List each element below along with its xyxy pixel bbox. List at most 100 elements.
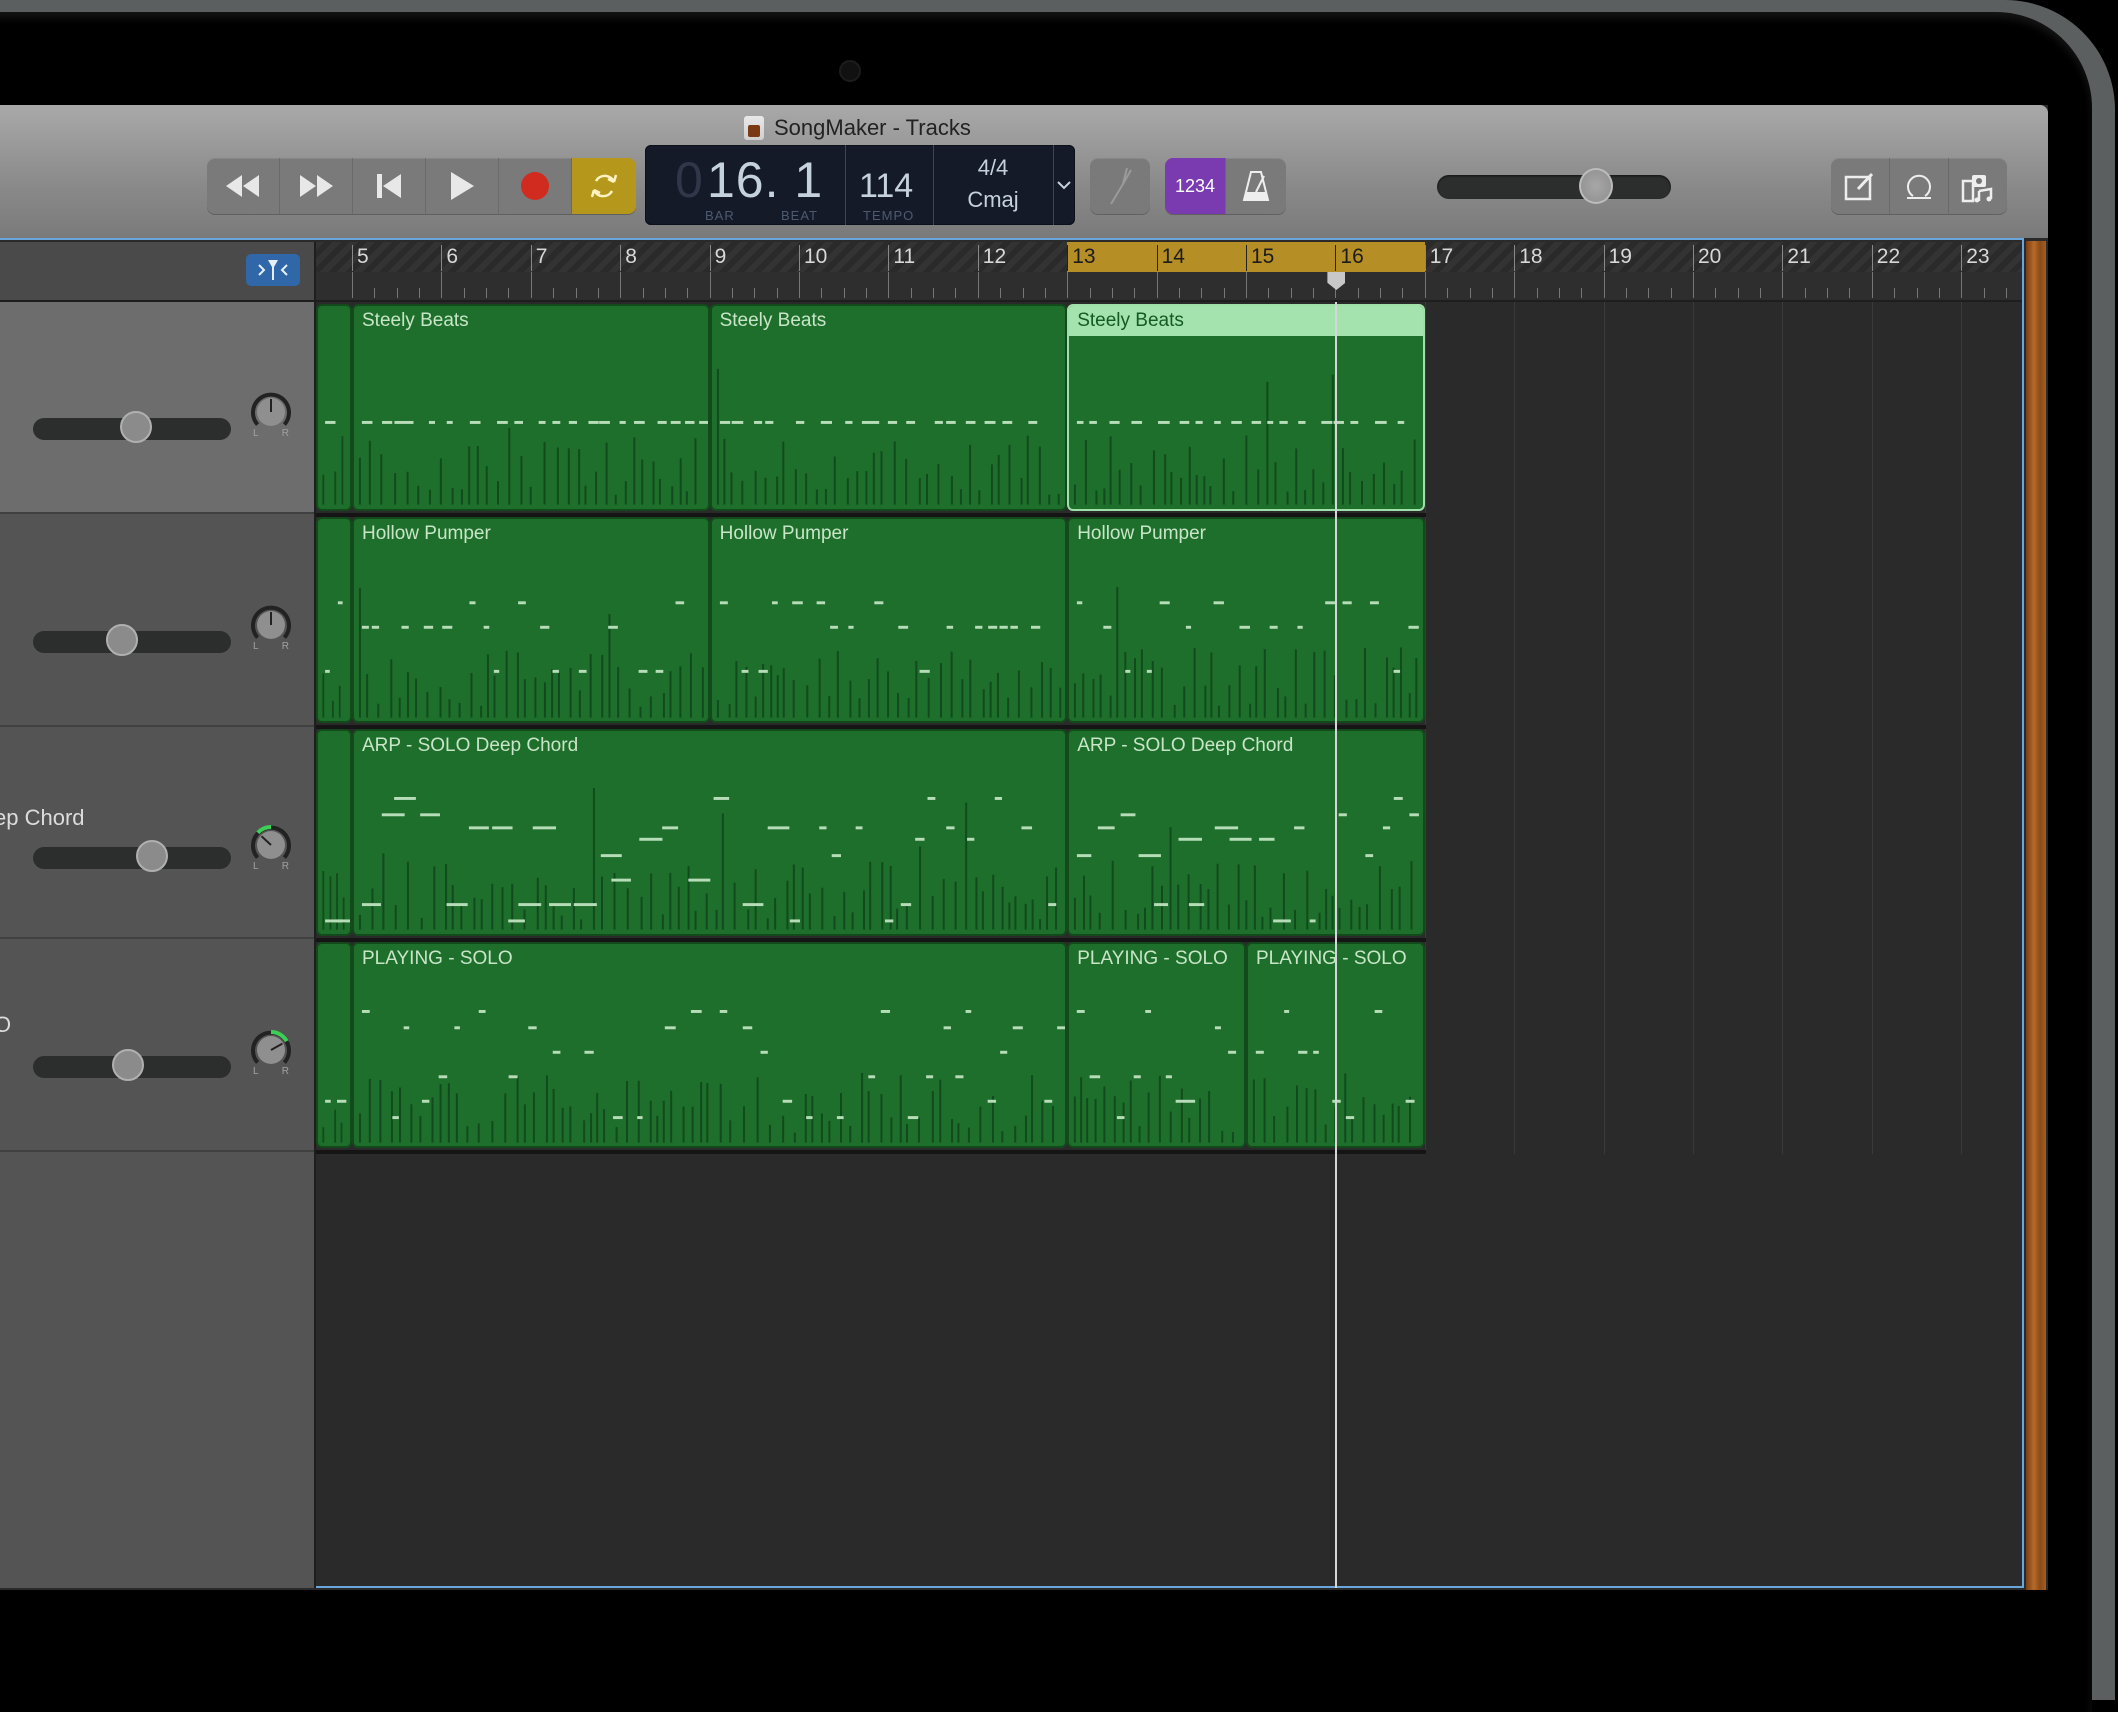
pan-lr-labels: LR <box>253 640 289 652</box>
lcd-tempo[interactable]: 114 TEMPO <box>845 145 934 225</box>
media-browser-button[interactable] <box>1949 158 2007 214</box>
loop-browser-button[interactable] <box>1890 158 1949 214</box>
go-to-beginning-button[interactable] <box>353 158 426 214</box>
ruler-tick <box>910 288 912 298</box>
track-pan-knob[interactable]: LR <box>249 1028 293 1077</box>
media-browser-icon <box>1961 175 1993 203</box>
track-name[interactable]: O <box>0 1012 11 1038</box>
ruler-bar-number: 12 <box>977 245 1006 271</box>
ruler-tick <box>1268 288 1270 298</box>
track-name[interactable]: ep Chord <box>0 805 85 831</box>
track-volume-thumb[interactable] <box>112 1048 145 1081</box>
chevron-down-icon <box>1057 181 1071 190</box>
ruler-tick <box>1603 272 1605 298</box>
lcd-menu-button[interactable] <box>1053 145 1075 225</box>
midi-region[interactable]: Steely Beats <box>709 304 1068 511</box>
track-pan-knob[interactable]: LR <box>249 390 293 439</box>
midi-region[interactable]: ARP - SOLO Deep Chord <box>1067 729 1425 936</box>
cycle-button[interactable] <box>572 158 636 214</box>
midi-region[interactable] <box>316 304 352 511</box>
catch-playhead-icon <box>258 260 288 280</box>
track-volume-thumb[interactable] <box>106 623 139 656</box>
track-header[interactable]: LR <box>0 302 314 514</box>
tracks-area: LR LR ep Chord LR O LR 5678 9 10 11 12 1… <box>0 238 2030 1588</box>
catch-playhead-button[interactable] <box>246 254 300 286</box>
ruler-tick <box>754 288 756 298</box>
midi-region[interactable]: Hollow Pumper <box>709 516 1068 723</box>
region-notes <box>322 420 344 505</box>
ruler[interactable]: 5 6 7 8 9 10 11 12 13 14 15 16 17 18 19 20 21 22 23 <box>316 242 2030 302</box>
ruler-tick <box>1469 288 1471 298</box>
ruler-tick <box>1201 288 1203 298</box>
ruler-tick <box>1402 288 1404 298</box>
view-buttons <box>1831 158 2007 214</box>
lcd-ghost-digit: 0 <box>675 152 704 208</box>
tuner-button[interactable] <box>1090 158 1150 214</box>
track-header[interactable]: O LR <box>0 939 314 1152</box>
notepad-button[interactable] <box>1831 158 1890 214</box>
lcd-signature-key[interactable]: 4/4 Cmaj <box>933 145 1054 225</box>
track-volume-slider[interactable] <box>33 411 231 443</box>
midi-region[interactable] <box>316 941 352 1148</box>
midi-region[interactable]: Hollow Pumper <box>1067 516 1425 723</box>
ruler-tick <box>1491 288 1493 298</box>
track-pan-knob[interactable]: LR <box>249 823 293 872</box>
ruler-tick <box>486 288 488 298</box>
record-button[interactable] <box>499 158 572 214</box>
fast-forward-button[interactable] <box>280 158 353 214</box>
track-volume-slider[interactable] <box>33 840 231 872</box>
ruler-tick <box>575 288 577 298</box>
wood-side-panel <box>2026 241 2046 1590</box>
track-header[interactable]: ep Chord LR <box>0 727 314 939</box>
play-button[interactable] <box>426 158 499 214</box>
cycle-icon <box>590 174 618 198</box>
ruler-bar-number: 20 <box>1693 245 1721 271</box>
playhead-handle[interactable] <box>1327 272 1346 290</box>
midi-region[interactable]: Steely Beats <box>352 304 710 511</box>
track-volume-slider[interactable] <box>33 1048 231 1081</box>
ruler-tick <box>597 288 599 298</box>
track-header[interactable]: LR <box>0 514 314 727</box>
midi-region[interactable] <box>316 729 352 936</box>
track-lanes[interactable]: Steely Beats Steely Beats Steely Beats Holl… <box>316 302 2022 1588</box>
rewind-button[interactable] <box>207 158 280 214</box>
region-name: ARP - SOLO Deep Chord <box>362 735 579 756</box>
playhead-line <box>1335 302 1338 1588</box>
region-notes <box>358 420 708 505</box>
ruler-tick <box>1156 272 1158 298</box>
ruler-tick <box>1827 288 1829 298</box>
lcd-display[interactable]: 0 16. 1 BAR BEAT 114 TEMPO 4/4 Cmaj <box>645 145 1075 225</box>
track-volume-thumb[interactable] <box>135 840 168 872</box>
track-pan-knob[interactable]: LR <box>249 603 293 652</box>
region-notes <box>716 368 1060 505</box>
lcd-bar-label: BAR <box>705 208 735 223</box>
ruler-tick <box>2005 288 2007 298</box>
master-volume-thumb[interactable] <box>1579 168 1614 204</box>
ruler-tick <box>374 288 376 298</box>
ruler-bar-number: 16 <box>1335 245 1364 271</box>
region-notes <box>358 787 1058 930</box>
ruler-tick <box>1380 288 1382 298</box>
metronome-button[interactable] <box>1226 158 1286 214</box>
master-volume-slider[interactable] <box>1437 168 1671 204</box>
midi-region[interactable]: PLAYING - SOLO <box>352 941 1068 1148</box>
count-in-button[interactable]: 1234 <box>1165 158 1226 214</box>
ruler-tick <box>888 272 890 298</box>
ruler-tick <box>1849 288 1851 298</box>
track-volume-slider[interactable] <box>33 623 231 656</box>
ruler-tick <box>1894 288 1896 298</box>
region-notes <box>1074 586 1419 718</box>
ruler-tick <box>1670 288 1672 298</box>
track-volume-thumb[interactable] <box>119 411 152 443</box>
midi-region[interactable]: PLAYING - SOLO <box>1067 941 1246 1148</box>
rewind-icon <box>226 175 259 197</box>
track-headers: LR LR ep Chord LR O LR <box>0 242 316 1588</box>
lcd-position[interactable]: 0 16. 1 BAR BEAT <box>645 145 846 225</box>
camera-icon <box>839 60 861 82</box>
midi-region[interactable] <box>316 516 352 723</box>
region-name: Steely Beats <box>362 310 469 331</box>
midi-region[interactable]: ARP - SOLO Deep Chord <box>352 729 1068 936</box>
midi-region[interactable]: Steely Beats <box>1067 304 1425 511</box>
ruler-tick <box>1782 272 1784 298</box>
midi-region[interactable]: Hollow Pumper <box>352 516 710 723</box>
